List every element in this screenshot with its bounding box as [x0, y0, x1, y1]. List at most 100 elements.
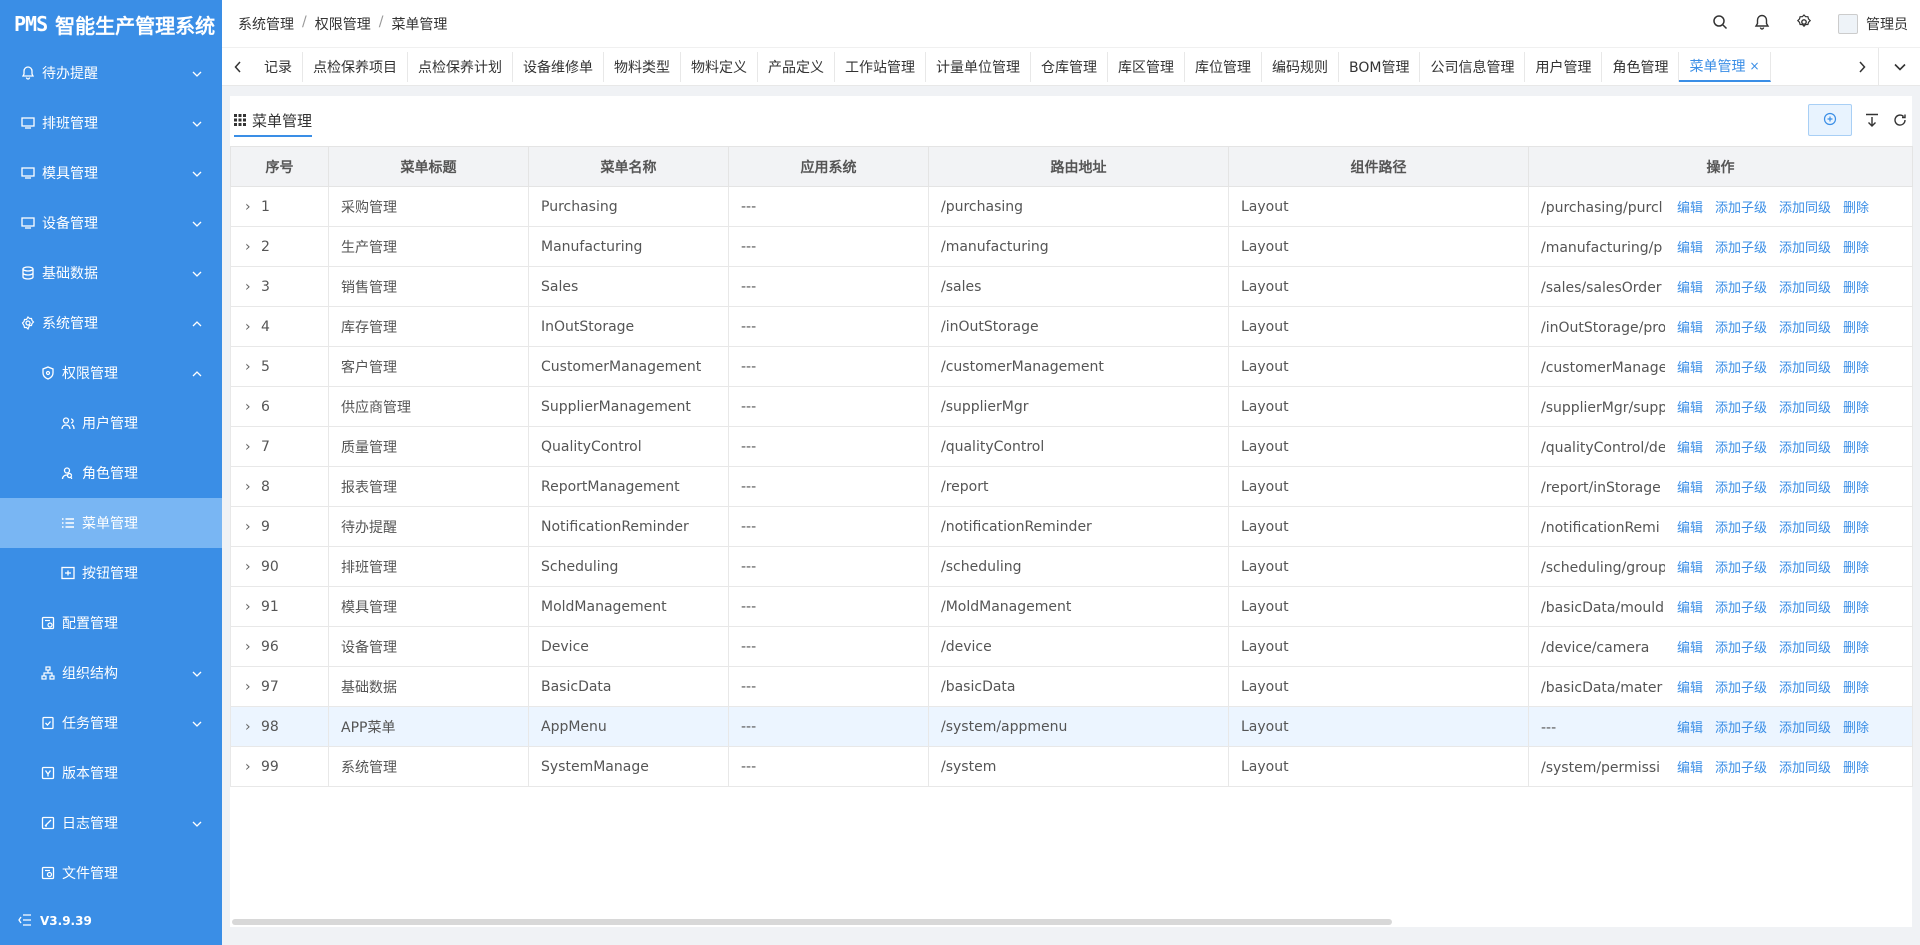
edit-link[interactable]: 编辑 [1677, 281, 1703, 296]
expand-row-chevron-icon[interactable]: › [245, 719, 259, 735]
tab[interactable]: 物料定义 [681, 51, 758, 82]
table-row[interactable]: › 5 客户管理 CustomerManagement ---/customerMana… [230, 346, 1913, 387]
tab[interactable]: 工作站管理 [835, 51, 926, 82]
table-row[interactable]: › 91 模具管理 MoldManagement ---/MoldManagement L… [230, 586, 1913, 627]
add-sibling-link[interactable]: 添加同级 [1779, 641, 1831, 656]
table-row[interactable]: › 96 设备管理 Device ---/device Layout/device/cam… [230, 626, 1913, 667]
edit-link[interactable]: 编辑 [1677, 721, 1703, 736]
table-row[interactable]: › 90 排班管理 Scheduling ---/scheduling Layout/sc… [230, 546, 1913, 587]
expand-row-chevron-icon[interactable]: › [245, 759, 259, 775]
expand-row-chevron-icon[interactable]: › [245, 599, 259, 615]
sidebar-item-config[interactable]: 配置管理 [0, 598, 222, 648]
add-sibling-link[interactable]: 添加同级 [1779, 201, 1831, 216]
tab[interactable]: 库区管理 [1108, 51, 1185, 82]
tab[interactable]: 产品定义 [758, 51, 835, 82]
tab[interactable]: 仓库管理 [1031, 51, 1108, 82]
notification-bell-icon[interactable] [1754, 14, 1770, 34]
search-icon[interactable] [1712, 14, 1728, 34]
add-sibling-link[interactable]: 添加同级 [1779, 521, 1831, 536]
expand-row-chevron-icon[interactable]: › [245, 679, 259, 695]
expand-row-chevron-icon[interactable]: › [245, 639, 259, 655]
add-sibling-link[interactable]: 添加同级 [1779, 721, 1831, 736]
sidebar-item-files[interactable]: 文件管理 [0, 848, 222, 898]
add-sibling-link[interactable]: 添加同级 [1779, 241, 1831, 256]
table-row[interactable]: › 98 APP菜单 AppMenu ---/system/appmenu Layout -… [230, 706, 1913, 747]
edit-link[interactable]: 编辑 [1677, 481, 1703, 496]
sidebar-item-mold[interactable]: 模具管理 [0, 148, 222, 198]
edit-link[interactable]: 编辑 [1677, 401, 1703, 416]
add-child-link[interactable]: 添加子级 [1715, 321, 1767, 336]
tab[interactable]: 角色管理 [1602, 51, 1680, 82]
sidebar-item-tasks[interactable]: 任务管理 [0, 698, 222, 748]
export-icon[interactable] [1864, 112, 1880, 128]
table-row[interactable]: › 4 库存管理 InOutStorage ---/inOutStorage Layout… [230, 306, 1913, 347]
add-sibling-link[interactable]: 添加同级 [1779, 681, 1831, 696]
add-sibling-link[interactable]: 添加同级 [1779, 481, 1831, 496]
table-row[interactable]: › 97 基础数据 BasicData ---/basicData Layout/basi… [230, 666, 1913, 707]
edit-link[interactable]: 编辑 [1677, 561, 1703, 576]
add-child-link[interactable]: 添加子级 [1715, 761, 1767, 776]
sidebar-item-basic-data[interactable]: 基础数据 [0, 248, 222, 298]
table-row[interactable]: › 2 生产管理 Manufacturing ---/manufacturing Layo… [230, 226, 1913, 267]
breadcrumb-item[interactable]: 权限管理 [315, 14, 371, 34]
table-row[interactable]: › 9 待办提醒 NotificationReminder ---/notificati… [230, 506, 1913, 547]
collapse-menu-icon[interactable] [18, 913, 32, 929]
expand-row-chevron-icon[interactable]: › [245, 199, 259, 215]
breadcrumb-item[interactable]: 系统管理 [238, 14, 294, 34]
delete-link[interactable]: 删除 [1843, 241, 1869, 256]
sidebar-item-users[interactable]: 用户管理 [0, 398, 222, 448]
edit-link[interactable]: 编辑 [1677, 241, 1703, 256]
tab[interactable]: BOM管理 [1339, 51, 1421, 82]
tab[interactable]: 物料类型 [604, 51, 681, 82]
close-tab-icon[interactable]: × [1749, 59, 1759, 73]
delete-link[interactable]: 删除 [1843, 681, 1869, 696]
expand-row-chevron-icon[interactable]: › [245, 279, 259, 295]
edit-link[interactable]: 编辑 [1677, 521, 1703, 536]
expand-row-chevron-icon[interactable]: › [245, 319, 259, 335]
sidebar-item-system[interactable]: 系统管理 [0, 298, 222, 348]
table-row[interactable]: › 1 采购管理 Purchasing ---/purchasing Layout/pur… [230, 186, 1913, 227]
tab[interactable]: 记录 [254, 51, 303, 82]
tab[interactable]: 点检保养项目 [303, 51, 408, 82]
edit-link[interactable]: 编辑 [1677, 641, 1703, 656]
add-sibling-link[interactable]: 添加同级 [1779, 601, 1831, 616]
edit-link[interactable]: 编辑 [1677, 321, 1703, 336]
edit-link[interactable]: 编辑 [1677, 441, 1703, 456]
delete-link[interactable]: 删除 [1843, 361, 1869, 376]
add-sibling-link[interactable]: 添加同级 [1779, 281, 1831, 296]
edit-link[interactable]: 编辑 [1677, 601, 1703, 616]
tab[interactable]: 编码规则 [1262, 51, 1339, 82]
tab-active[interactable]: 菜单管理 × [1679, 51, 1771, 82]
sidebar-item-org[interactable]: 组织结构 [0, 648, 222, 698]
add-sibling-link[interactable]: 添加同级 [1779, 361, 1831, 376]
delete-link[interactable]: 删除 [1843, 321, 1869, 336]
add-child-link[interactable]: 添加子级 [1715, 201, 1767, 216]
delete-link[interactable]: 删除 [1843, 441, 1869, 456]
expand-row-chevron-icon[interactable]: › [245, 519, 259, 535]
delete-link[interactable]: 删除 [1843, 481, 1869, 496]
tab[interactable]: 设备维修单 [513, 51, 604, 82]
horizontal-scrollbar[interactable] [232, 919, 1392, 925]
refresh-icon[interactable] [1892, 112, 1908, 128]
add-menu-button[interactable] [1808, 104, 1852, 136]
table-row[interactable]: › 3 销售管理 Sales ---/sales Layout/sales/salesOr… [230, 266, 1913, 307]
sidebar-item-menus[interactable]: 菜单管理 [0, 498, 222, 548]
add-child-link[interactable]: 添加子级 [1715, 561, 1767, 576]
add-sibling-link[interactable]: 添加同级 [1779, 321, 1831, 336]
sidebar-item-device[interactable]: 设备管理 [0, 198, 222, 248]
expand-row-chevron-icon[interactable]: › [245, 479, 259, 495]
table-row[interactable]: › 7 质量管理 QualityControl ---/qualityControl La… [230, 426, 1913, 467]
add-sibling-link[interactable]: 添加同级 [1779, 761, 1831, 776]
edit-link[interactable]: 编辑 [1677, 361, 1703, 376]
sidebar-item-permission[interactable]: 权限管理 [0, 348, 222, 398]
expand-row-chevron-icon[interactable]: › [245, 439, 259, 455]
tab[interactable]: 点检保养计划 [408, 51, 513, 82]
add-child-link[interactable]: 添加子级 [1715, 441, 1767, 456]
add-sibling-link[interactable]: 添加同级 [1779, 401, 1831, 416]
tab[interactable]: 库位管理 [1185, 51, 1262, 82]
add-child-link[interactable]: 添加子级 [1715, 681, 1767, 696]
tabs-more-chevron-down-icon[interactable] [1878, 47, 1920, 86]
delete-link[interactable]: 删除 [1843, 281, 1869, 296]
expand-row-chevron-icon[interactable]: › [245, 559, 259, 575]
delete-link[interactable]: 删除 [1843, 201, 1869, 216]
